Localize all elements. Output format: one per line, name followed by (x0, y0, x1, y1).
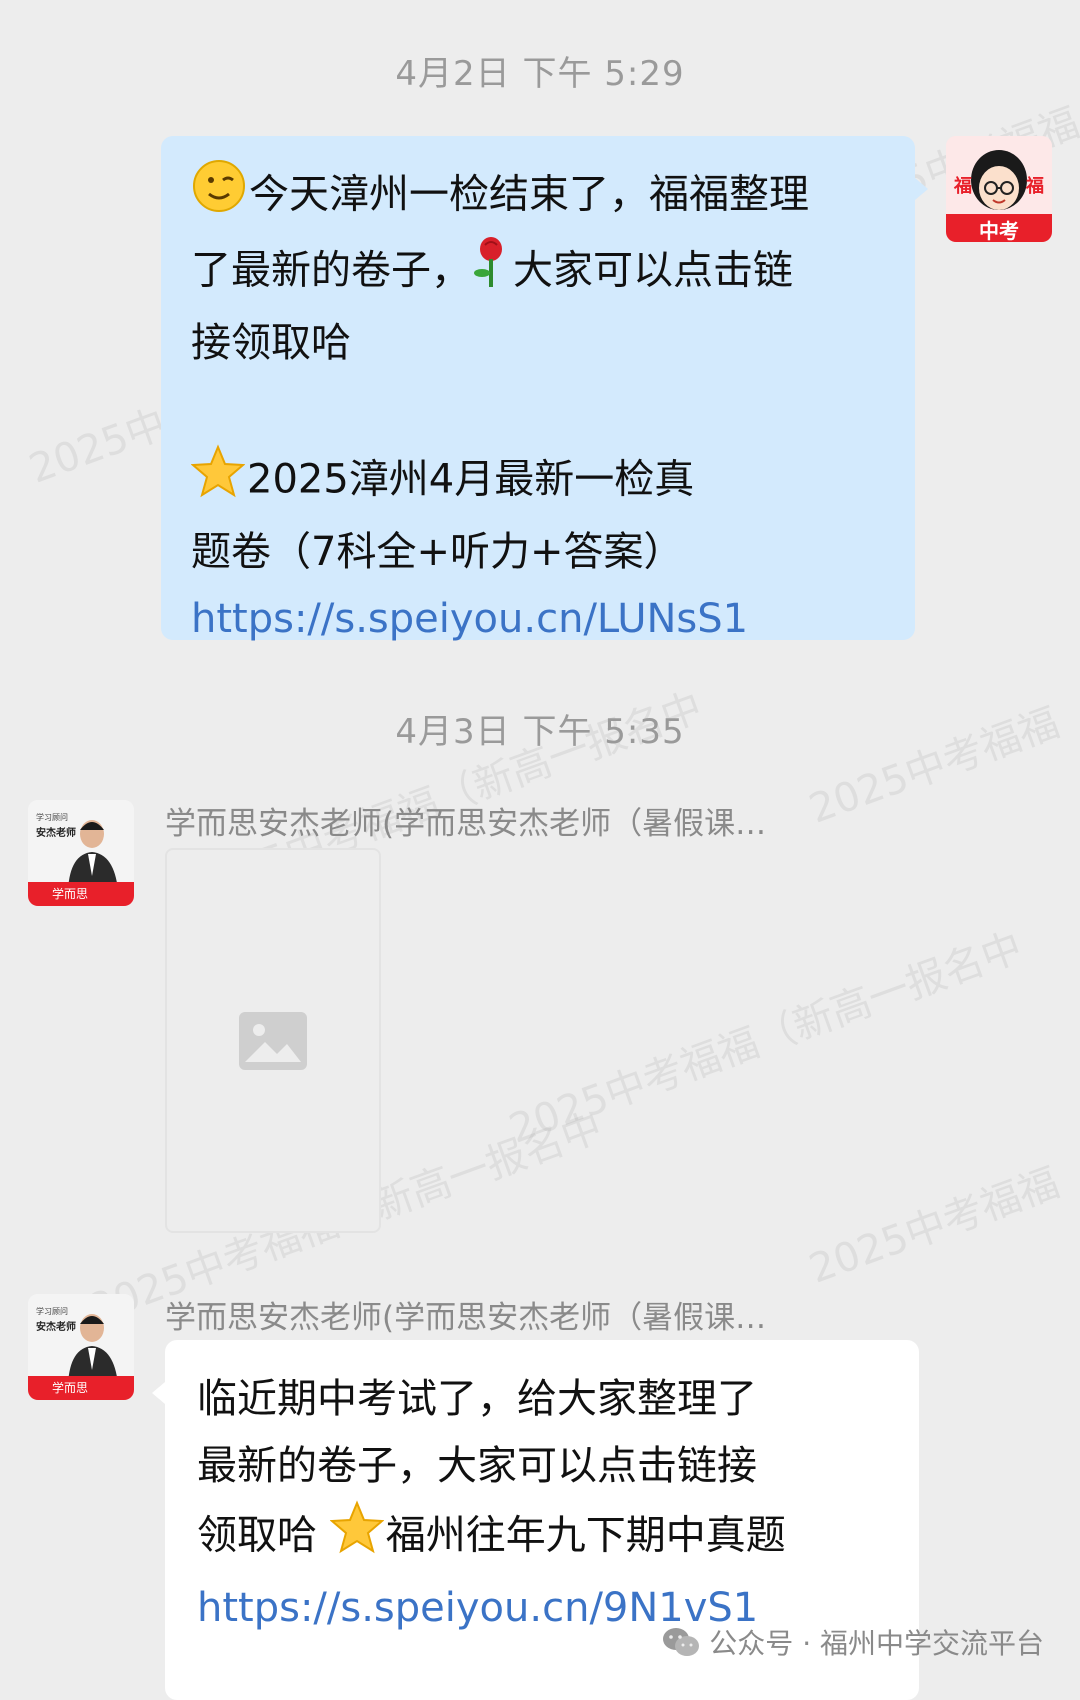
sender-name: 学而思安杰老师(学而思安杰老师（暑假课… (165, 806, 767, 842)
avatar-caption: 安杰老师 (36, 828, 76, 839)
avatar-caption: 学习顾问 (36, 1307, 68, 1316)
avatar-caption: 学习顾问 (36, 813, 68, 822)
wechat-icon (663, 1628, 700, 1656)
message-text: 题卷（7科全+听力+答案） (191, 529, 684, 575)
brand-logo: 学而思 (52, 1381, 89, 1395)
message-link[interactable]: https://s.speiyou.cn/LUNsS1 (191, 586, 885, 653)
rose-icon (471, 235, 511, 310)
star-icon (190, 444, 246, 519)
teacher-avatar[interactable]: 学习顾问 安杰老师 学而思 (28, 1294, 134, 1400)
avatar-caption: 安杰老师 (36, 1322, 76, 1333)
bubble-tail (915, 178, 928, 200)
avatar-label-left: 福 (954, 176, 972, 197)
user-avatar[interactable]: 福 福 中考 (946, 136, 1052, 242)
message-text: 今天漳州一检结束了，福福整理 (249, 171, 809, 218)
watermark: 2025中考福福（新高一报名中 (503, 924, 1029, 1153)
message-text: 大家可以点击链 (513, 247, 793, 294)
sender-name: 学而思安杰老师(学而思安杰老师（暑假课… (165, 1300, 767, 1336)
watermark: 2025中考福福（新高一报名中 (803, 1064, 1080, 1293)
message-text: 临近期中考试了，给大家整理了 (197, 1376, 757, 1422)
message-text: 接领取哈 (191, 320, 351, 366)
message-text: 领取哈 (197, 1512, 317, 1559)
message-bubble-outgoing[interactable]: 今天漳州一检结束了，福福整理 了最新的卷子， 大家可以点击链 接领取哈 2025… (161, 136, 928, 642)
avatar-badge: 中考 (979, 219, 1019, 242)
image-message[interactable] (165, 848, 381, 1233)
image-placeholder-icon (239, 1012, 307, 1070)
wechat-account-footer: 公众号 · 福州中学交流平台 (661, 1622, 1044, 1662)
timestamp: 4月3日 下午 5:35 (395, 712, 685, 752)
timestamp: 4月2日 下午 5:29 (395, 54, 685, 94)
star-icon (329, 1500, 385, 1575)
teacher-avatar[interactable]: 学习顾问 安杰老师 学而思 (28, 800, 134, 906)
avatar-label-right: 福 (1026, 176, 1044, 197)
winking-face-icon (191, 158, 247, 235)
brand-logo: 学而思 (52, 887, 89, 901)
footer-text: 公众号 · 福州中学交流平台 (709, 1627, 1044, 1660)
bubble-tail (152, 1382, 165, 1404)
message-text: 2025漳州4月最新一检真 (247, 456, 695, 503)
message-text: 福州往年九下期中真题 (385, 1512, 786, 1559)
message-text: 最新的卷子，大家可以点击链接 (197, 1443, 757, 1489)
message-text: 了最新的卷子， (191, 247, 471, 294)
